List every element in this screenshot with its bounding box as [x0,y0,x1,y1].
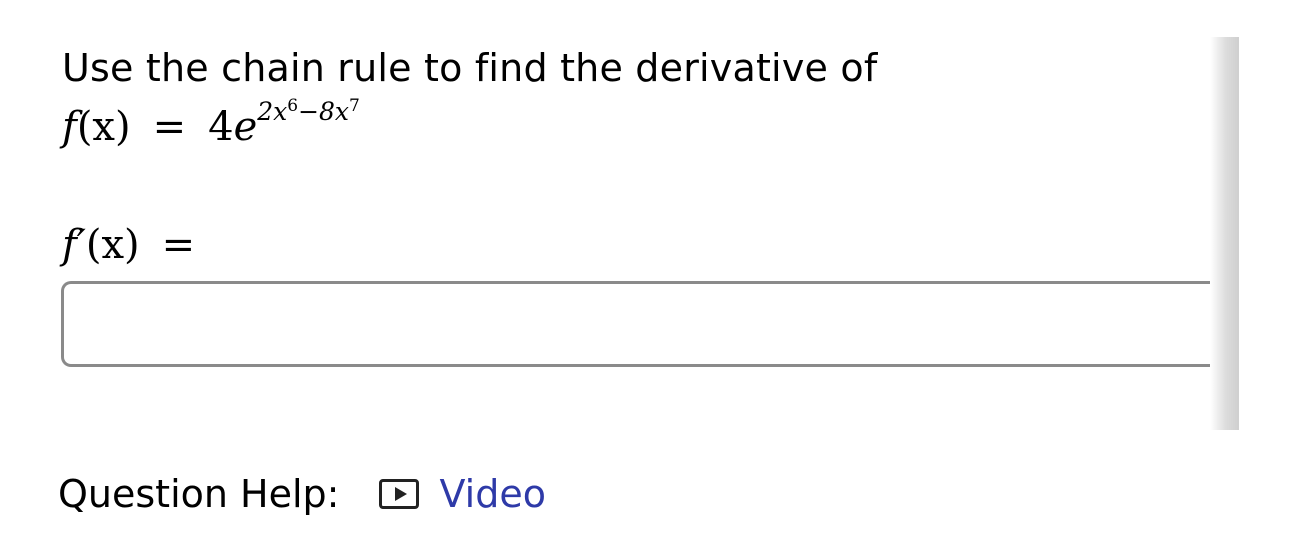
function-base: e [233,104,258,150]
question-help-label: Question Help: [58,472,340,516]
exponent-power-1: 6 [287,96,299,116]
exponent-term-2: −8x [298,97,350,126]
question-help: Question Help: Video [58,471,546,517]
function-coefficient: 4 [208,104,234,150]
derivative-label: f′(x) = [62,222,195,268]
scrollbar[interactable] [1210,37,1239,430]
answer-input[interactable] [61,281,1236,367]
equals-sign: = [152,104,187,150]
video-play-icon[interactable] [379,479,420,509]
function-exponent: 2x6−8x7 [257,96,360,126]
question-prompt: Use the chain rule to find the derivativ… [62,46,878,90]
exponent-power-2: 7 [349,96,360,116]
function-argument: (x) [76,104,131,150]
derivative-name: f′ [62,222,86,268]
derivative-argument: (x) [85,222,140,268]
exponent-term-1: 2x [257,97,288,126]
video-link[interactable]: Video [439,471,545,517]
function-name: f [62,104,77,150]
derivative-equals-sign: = [161,222,196,268]
function-definition: f(x) = 4e2x6−8x7 [62,96,360,150]
